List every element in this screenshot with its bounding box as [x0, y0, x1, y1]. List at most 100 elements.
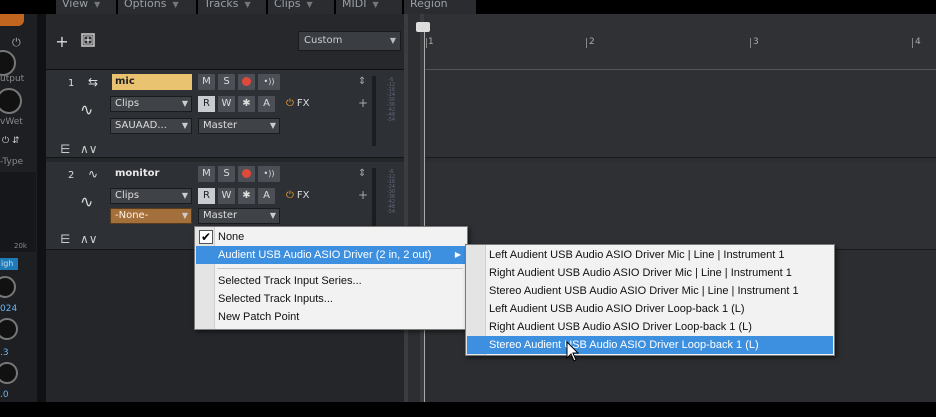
output-select[interactable]: Master ▼	[198, 118, 280, 134]
clips-select[interactable]: Clips ▼	[110, 188, 192, 204]
menu-midi[interactable]: MIDI ▼	[336, 0, 402, 14]
input-select[interactable]: -None- ▼	[110, 208, 192, 224]
menu-item-stereo-loopback[interactable]: Stereo Audient USB Audio ASIO Driver Loo…	[467, 336, 833, 354]
input-context-menu: ✔ None Audient USB Audio ASIO Driver (2 …	[194, 226, 468, 330]
q-value: .3	[0, 348, 9, 358]
output-select[interactable]: Master ▼	[198, 208, 280, 224]
menu-item-none[interactable]: ✔ None	[196, 228, 466, 246]
record-arm-button[interactable]	[238, 74, 255, 90]
menu-item-new-patch-point[interactable]: New Patch Point	[196, 308, 466, 326]
menu-item-stereo-mic-line-instrument[interactable]: Stereo Audient USB Audio ASIO Driver Mic…	[467, 282, 833, 300]
menu-item-right-mic-line-instrument[interactable]: Right Audient USB Audio ASIO Driver Mic …	[467, 264, 833, 282]
gain-knob[interactable]	[0, 50, 16, 76]
ruler-tick	[426, 38, 427, 48]
output-label: utput	[0, 74, 25, 84]
menu-item-left-mic-line-instrument[interactable]: Left Audient USB Audio ASIO Driver Mic |…	[467, 246, 833, 264]
power-icon[interactable]: ⏻ ⇵	[2, 136, 20, 146]
chevron-down-icon: ▼	[172, 0, 179, 9]
drywet-label: vWet	[0, 117, 23, 127]
menu-item-selected-track-input-series[interactable]: Selected Track Input Series...	[196, 272, 466, 290]
mute-button[interactable]: M	[198, 166, 215, 182]
freeze-button[interactable]: ✱	[238, 96, 255, 112]
menu-clips[interactable]: Clips ▼	[268, 0, 334, 14]
write-automation-button[interactable]: W	[218, 188, 235, 204]
gain-knob[interactable]	[0, 318, 18, 340]
drywet-knob[interactable]	[0, 88, 22, 114]
audio-track-icon[interactable]: ∿	[88, 168, 98, 180]
mixer-icon[interactable]: ⇆	[88, 76, 98, 88]
add-folder-button[interactable]	[78, 32, 98, 52]
power-icon[interactable]: ⏻	[12, 36, 21, 50]
read-automation-button[interactable]: R	[198, 188, 215, 204]
ruler-tick	[586, 38, 587, 48]
menu-tracks[interactable]: Tracks ▼	[198, 0, 266, 14]
panel-divider[interactable]	[38, 14, 46, 402]
archive-button[interactable]: A	[258, 96, 275, 112]
track-mic[interactable]: 1 ⇆ mic M S •)) ⇕ ∿ Clips ▼ R W ✱ A ⏻ FX +…	[46, 70, 404, 158]
menu-view[interactable]: View ▼	[56, 0, 116, 14]
input-echo-button[interactable]: •))	[258, 166, 280, 182]
menu-region-fx[interactable]: Region FX▼	[404, 0, 476, 14]
band-high-label[interactable]: igh	[0, 258, 18, 270]
power-icon[interactable]: ⏻	[286, 98, 294, 109]
track-menu-icon[interactable]: ⋿	[60, 142, 70, 156]
power-icon[interactable]: ⏻	[286, 190, 294, 201]
q-knob[interactable]	[0, 362, 18, 384]
track-height-icon[interactable]: ⇕	[358, 76, 366, 88]
add-track-button[interactable]: +	[52, 32, 72, 52]
input-echo-button[interactable]: •))	[258, 74, 280, 90]
waveform-icon: ∿	[80, 192, 94, 211]
chevron-right-icon: ▶	[454, 250, 461, 259]
chevron-down-icon: ▼	[244, 0, 251, 9]
freeze-button[interactable]: ✱	[238, 188, 255, 204]
freq-label: 20k	[14, 242, 27, 250]
chevron-down-icon: ▼	[372, 0, 379, 9]
chevron-down-icon: ▼	[269, 211, 276, 220]
input-select[interactable]: SAUAAD... ▼	[110, 118, 192, 134]
archive-button[interactable]: A	[258, 188, 275, 204]
checkmark-icon: ✔	[199, 230, 213, 244]
write-automation-button[interactable]: W	[218, 96, 235, 112]
now-time-marker[interactable]	[416, 22, 430, 32]
time-ruler[interactable]: 1 2 3 4	[424, 14, 936, 70]
freq-knob[interactable]	[0, 276, 16, 298]
chevron-down-icon: ▼	[94, 0, 101, 9]
mute-button[interactable]: M	[198, 74, 215, 90]
eq-display[interactable]	[0, 172, 36, 252]
view-preset-select[interactable]: Custom ▼	[298, 31, 401, 51]
solo-button[interactable]: S	[218, 166, 235, 182]
track-menu-icon[interactable]: ⋿	[60, 232, 70, 246]
record-arm-button[interactable]	[238, 166, 255, 182]
track-name-field[interactable]: monitor	[112, 166, 192, 182]
menu-item-right-loopback[interactable]: Right Audient USB Audio ASIO Driver Loop…	[467, 318, 833, 336]
solo-button[interactable]: S	[218, 74, 235, 90]
read-automation-button[interactable]: R	[198, 96, 215, 112]
chevron-down-icon: ▼	[181, 121, 188, 130]
ruler-tick	[750, 38, 751, 48]
fx-bin[interactable]: ⏻ FX	[286, 96, 310, 112]
fx-bin[interactable]: ⏻ FX	[286, 188, 310, 204]
menu-item-audient-driver[interactable]: Audient USB Audio ASIO Driver (2 in, 2 o…	[196, 246, 466, 264]
menu-bar: View ▼ Options ▼ Tracks ▼ Clips ▼ MIDI ▼ Regi…	[0, 0, 936, 14]
menu-item-left-loopback[interactable]: Left Audient USB Audio ASIO Driver Loop-…	[467, 300, 833, 318]
automation-icon[interactable]: ∧∨	[80, 232, 98, 246]
ruler-label: 3	[753, 37, 759, 47]
automation-icon[interactable]: ∧∨	[80, 142, 98, 156]
clip-lane-mic[interactable]	[425, 70, 936, 158]
add-fx-button[interactable]: +	[358, 96, 368, 110]
folder-add-icon	[81, 33, 95, 47]
mouse-cursor-icon	[566, 340, 580, 363]
clips-select[interactable]: Clips ▼	[110, 96, 192, 112]
menu-options[interactable]: Options ▼	[118, 0, 196, 14]
pane-splitter-inner	[408, 14, 420, 402]
track-number: 1	[68, 78, 75, 89]
clip-lane-monitor[interactable]	[425, 162, 936, 250]
add-fx-button[interactable]: +	[358, 188, 368, 202]
track-height-icon[interactable]: ⇕	[358, 168, 366, 180]
power-button[interactable]	[0, 14, 24, 26]
track-number: 2	[68, 170, 75, 181]
menu-item-selected-track-inputs[interactable]: Selected Track Inputs...	[196, 290, 466, 308]
bottom-bar	[0, 402, 936, 417]
level-meter	[372, 76, 376, 146]
track-name-field[interactable]: mic	[112, 74, 192, 90]
